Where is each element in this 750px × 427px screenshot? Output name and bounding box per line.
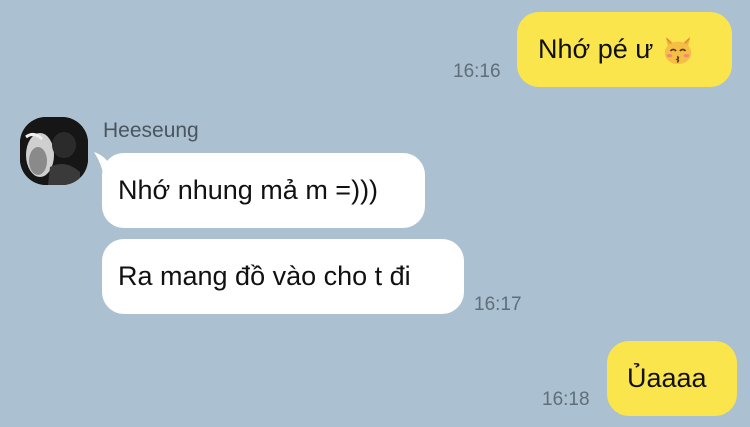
- message-text: Ủaaaa: [627, 363, 707, 393]
- message-timestamp: 16:17: [474, 294, 522, 315]
- message-timestamp: 16:16: [453, 61, 501, 82]
- outgoing-message-bubble[interactable]: Ủaaaa: [607, 341, 737, 416]
- profile-photo: [20, 117, 88, 185]
- message-text: Nhớ pé ư: [538, 34, 654, 64]
- avatar[interactable]: [20, 117, 88, 185]
- message-text: Nhớ nhung mả m =))): [118, 175, 379, 205]
- outgoing-message-bubble[interactable]: Nhớ pé ư: [517, 12, 732, 87]
- incoming-message-bubble[interactable]: Nhớ nhung mả m =))): [102, 153, 425, 228]
- kissing-cat-face-icon: [665, 36, 692, 64]
- incoming-message-bubble[interactable]: Ra mang đồ vào cho t đi: [102, 239, 464, 314]
- message-timestamp: 16:18: [542, 389, 590, 410]
- message-text: Ra mang đồ vào cho t đi: [118, 261, 411, 291]
- sender-name[interactable]: Heeseung: [103, 119, 199, 143]
